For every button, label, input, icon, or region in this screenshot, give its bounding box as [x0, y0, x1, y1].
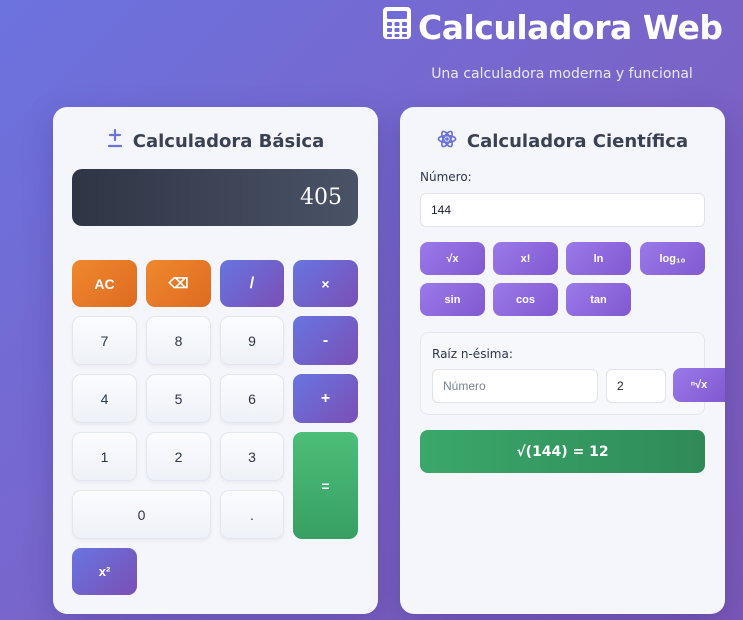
key-4[interactable]: 4: [72, 374, 137, 423]
factorial-button[interactable]: x!: [493, 242, 558, 275]
result-display: √(144) = 12: [420, 430, 705, 473]
divide-button[interactable]: /: [220, 260, 284, 307]
app-title: Calculadora Web: [382, 6, 723, 48]
sin-button[interactable]: sin: [420, 283, 485, 316]
key-8[interactable]: 8: [146, 316, 211, 365]
basic-calculator-card: Calculadora Básica 405 AC ⌫ / × 7 8 9 - …: [53, 107, 378, 614]
key-6[interactable]: 6: [220, 374, 284, 423]
equals-button[interactable]: =: [293, 432, 358, 539]
app-title-text: Calculadora Web: [418, 7, 723, 47]
plus-button[interactable]: +: [293, 374, 358, 423]
nth-root-label: Raíz n-ésima:: [432, 347, 513, 361]
nth-root-button[interactable]: ⁿ√x: [673, 368, 725, 402]
clear-button[interactable]: AC: [72, 260, 137, 307]
key-1[interactable]: 1: [72, 432, 137, 481]
log10-button[interactable]: log₁₀: [640, 242, 705, 275]
nth-root-number-input[interactable]: Número: [432, 369, 598, 403]
plus-minus-icon: [107, 128, 123, 154]
calculator-icon: [382, 6, 412, 48]
backspace-button[interactable]: ⌫: [146, 260, 211, 307]
tan-button[interactable]: tan: [566, 283, 631, 316]
key-5[interactable]: 5: [146, 374, 211, 423]
key-7[interactable]: 7: [72, 316, 137, 365]
key-0[interactable]: 0: [72, 490, 211, 539]
app-subtitle: Una calculadora moderna y funcional: [431, 66, 693, 82]
key-9[interactable]: 9: [220, 316, 284, 365]
decimal-button[interactable]: .: [220, 490, 284, 539]
scientific-title-label: Calculadora Científica: [466, 131, 689, 152]
key-2[interactable]: 2: [146, 432, 211, 481]
minus-button[interactable]: -: [293, 316, 358, 365]
scientific-calculator-title: Calculadora Científica: [400, 129, 725, 154]
basic-title-label: Calculadora Básica: [132, 131, 325, 152]
number-label: Número:: [420, 170, 472, 184]
basic-calculator-title: Calculadora Básica: [53, 128, 378, 154]
scientific-calculator-card: Calculadora Científica Número: 144 √x x!…: [400, 107, 725, 614]
nth-root-index-input[interactable]: 2: [606, 369, 666, 403]
sqrt-button[interactable]: √x: [420, 242, 485, 275]
nth-root-section: Raíz n-ésima: Número 2: [420, 332, 705, 415]
atom-icon: [437, 129, 457, 154]
key-3[interactable]: 3: [220, 432, 284, 481]
calculator-display: 405: [72, 169, 358, 226]
ln-button[interactable]: ln: [566, 242, 631, 275]
square-button[interactable]: x²: [72, 548, 137, 595]
multiply-button[interactable]: ×: [293, 260, 358, 307]
cos-button[interactable]: cos: [493, 283, 558, 316]
number-input[interactable]: 144: [420, 193, 705, 227]
